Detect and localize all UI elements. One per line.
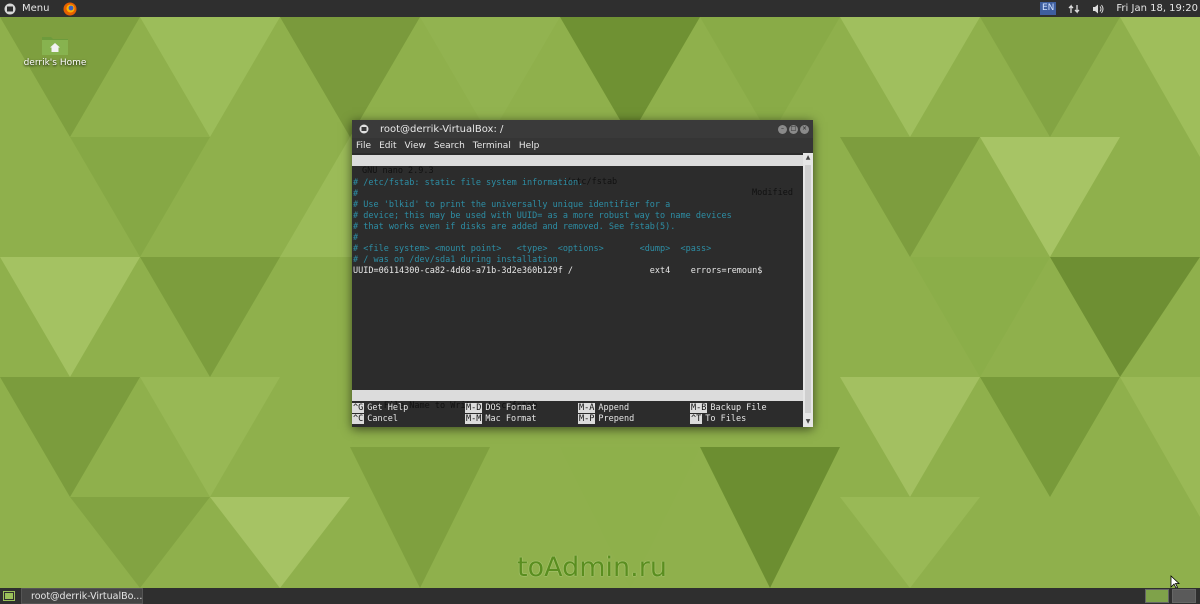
fstab-line: # that works even if disks are added and… xyxy=(353,222,676,232)
scroll-up-icon[interactable]: ▲ xyxy=(803,153,813,163)
fstab-line: # <file system> <mount point> <type> <op… xyxy=(353,244,712,254)
taskbar-terminal-label: root@derrik-VirtualBo... xyxy=(31,590,143,602)
scroll-down-icon[interactable]: ▼ xyxy=(803,417,813,427)
menu-file[interactable]: File xyxy=(356,141,371,151)
keyboard-layout-indicator[interactable]: EN xyxy=(1039,2,1057,15)
home-folder-icon xyxy=(42,37,68,55)
fstab-line: # / was on /dev/sda1 during installation xyxy=(353,255,558,265)
shortcut-row-2: ^C Cancel M-M Mac Format M-P Prepend ^T To F… xyxy=(352,414,803,425)
mouse-cursor-icon xyxy=(1170,575,1180,589)
shortcut-backup-file: M-B Backup File xyxy=(690,403,767,413)
fstab-line: # xyxy=(353,233,359,243)
fstab-line: # device; this may be used with UUID= as… xyxy=(353,211,732,221)
volume-icon[interactable] xyxy=(1092,3,1104,15)
filename-prompt[interactable]: File Name to Write: /etc/fstab xyxy=(352,390,804,411)
shortcut-prepend: M-P Prepend xyxy=(578,414,635,424)
nano-status: Modified xyxy=(752,188,793,198)
system-tray: EN Fri Jan 18, 19:20 xyxy=(1028,0,1200,17)
shortcut-append: M-A Append xyxy=(578,403,630,413)
window-controls: – □ × xyxy=(776,124,809,134)
terminal-app-icon xyxy=(359,124,369,134)
clock[interactable]: Fri Jan 18, 19:20 xyxy=(1116,3,1198,14)
minimize-icon[interactable]: – xyxy=(778,124,787,134)
menu-view[interactable]: View xyxy=(405,141,426,151)
watermark: toAdmin.ru xyxy=(517,552,667,583)
workspace-switcher xyxy=(1142,589,1196,603)
terminal-title: root@derrik-VirtualBox: / xyxy=(380,123,504,135)
shortcut-dos-format: M-D DOS Format xyxy=(465,403,537,413)
scrollbar-thumb[interactable] xyxy=(805,165,811,413)
terminal-scrollbar[interactable]: ▲ ▼ xyxy=(803,153,813,427)
workspace-1[interactable] xyxy=(1145,589,1169,603)
shortcut-cancel: ^C Cancel xyxy=(352,414,398,424)
fstab-line: # /etc/fstab: static file system informa… xyxy=(353,178,584,188)
fstab-line: # xyxy=(353,189,359,199)
terminal-titlebar[interactable]: root@derrik-VirtualBox: / – □ × xyxy=(352,120,813,138)
menu-edit[interactable]: Edit xyxy=(379,141,396,151)
shortcut-mac-format: M-M Mac Format xyxy=(465,414,537,424)
workspace-2[interactable] xyxy=(1172,589,1196,603)
close-icon[interactable]: × xyxy=(800,124,809,134)
nano-header: GNU nano 2.9.3 /etc/fstab Modified xyxy=(352,155,803,198)
shortcut-get-help: ^G Get Help xyxy=(352,403,409,413)
show-desktop-icon[interactable] xyxy=(3,590,15,602)
firefox-icon[interactable] xyxy=(63,2,77,16)
top-panel: Menu EN Fri Jan 18, 19:20 xyxy=(0,0,1200,17)
desktop-home-label: derrik's Home xyxy=(23,58,87,68)
terminal-menubar: File Edit View Search Terminal Help xyxy=(352,138,813,153)
mint-logo-icon xyxy=(4,3,16,14)
terminal-content[interactable]: GNU nano 2.9.3 /etc/fstab Modified # /et… xyxy=(352,153,804,427)
fstab-line: # Use 'blkid' to print the universally u… xyxy=(353,200,671,210)
menu-button[interactable]: Menu xyxy=(0,0,55,17)
network-icon[interactable] xyxy=(1068,3,1080,15)
fstab-uuid-line: UUID=06114300-ca82-4d68-a71b-3d2e360b129… xyxy=(353,266,763,276)
menu-help[interactable]: Help xyxy=(519,141,540,151)
menu-terminal[interactable]: Terminal xyxy=(473,141,511,151)
bottom-panel: root@derrik-VirtualBo... xyxy=(0,588,1200,604)
nano-version: GNU nano 2.9.3 xyxy=(362,166,434,176)
maximize-icon[interactable]: □ xyxy=(789,124,798,134)
taskbar-terminal-button[interactable]: root@derrik-VirtualBo... xyxy=(21,588,143,604)
shortcut-to-files: ^T To Files xyxy=(690,414,747,424)
menu-search[interactable]: Search xyxy=(434,141,465,151)
desktop-home-folder[interactable]: derrik's Home xyxy=(22,33,88,68)
terminal-window[interactable]: root@derrik-VirtualBox: / – □ × File Edi… xyxy=(352,120,813,427)
menu-label: Menu xyxy=(22,3,50,14)
shortcut-row-1: ^G Get Help M-D DOS Format M-A Append M-B Ba… xyxy=(352,403,803,414)
